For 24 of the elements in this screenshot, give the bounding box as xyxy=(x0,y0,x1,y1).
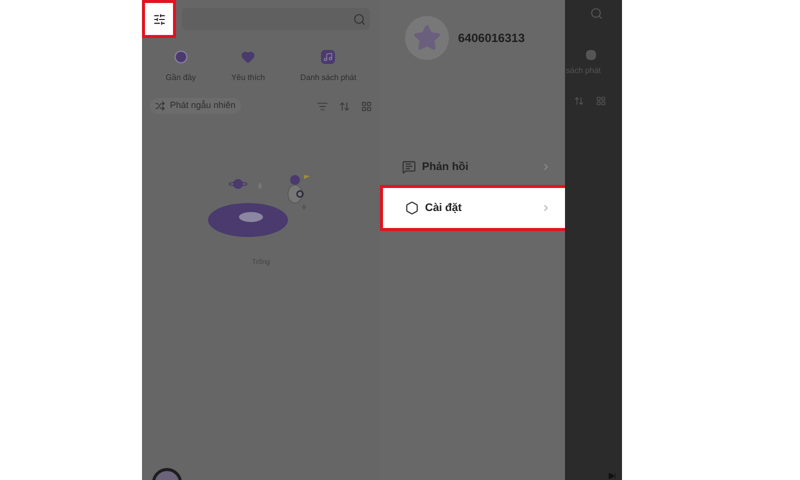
grid-icon xyxy=(596,96,606,106)
sort-icon xyxy=(574,96,584,106)
list-icon[interactable] xyxy=(317,100,328,112)
search-field[interactable] xyxy=(182,8,370,30)
settings-icon xyxy=(405,201,419,215)
skip-icon xyxy=(607,472,617,480)
username: 6406016313 xyxy=(458,30,525,47)
search-icon xyxy=(590,7,603,20)
sort-icon[interactable] xyxy=(339,100,350,112)
grid-icon[interactable] xyxy=(361,100,372,112)
music-note-icon xyxy=(321,50,336,64)
sliders-icon xyxy=(152,12,166,26)
profile-avatar[interactable] xyxy=(405,16,449,60)
shortcut-button[interactable]: Gần đây xyxy=(166,50,196,84)
star-icon xyxy=(413,24,441,52)
filter-button[interactable] xyxy=(142,0,176,38)
chat-bubble-icon xyxy=(402,160,416,174)
shuffle-button[interactable]: Phát ngẫu nhiên xyxy=(150,98,241,114)
shortcut-button[interactable]: Yêu thích xyxy=(231,50,265,84)
shuffle-icon xyxy=(155,101,165,111)
heart-icon xyxy=(241,50,256,64)
menu-item[interactable]: Cài đặt xyxy=(380,185,568,231)
search-icon xyxy=(353,12,366,26)
shortcut-button[interactable]: Danh sách phát xyxy=(300,50,356,84)
